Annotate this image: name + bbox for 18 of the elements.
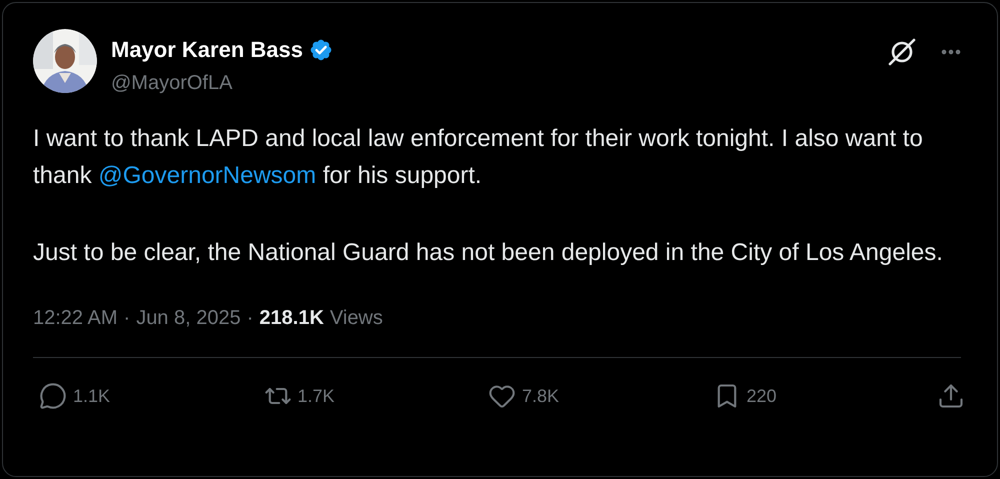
action-count: 220 [746, 384, 777, 408]
reply-icon[interactable] [39, 382, 67, 410]
slashed-circle-icon[interactable] [887, 37, 917, 67]
separator-dot: · [246, 306, 254, 331]
author-handle[interactable]: @MayorOfLA [111, 68, 333, 98]
views-label: Views [330, 306, 383, 331]
post-text: I want to thank LAPD and local law enforcement for their work tonight. I also want to thank @GovernorNewsom for his support. [33, 124, 924, 191]
post-time[interactable]: 12:22 AM [33, 303, 118, 333]
post-text: Just to be clear, the National Guard has not been deployed in the City of Los Angeles. [33, 238, 944, 268]
action-count: 1.7K [298, 384, 335, 408]
separator-dot: · [124, 306, 130, 331]
post-date[interactable]: Jun 8, 2025 [136, 303, 241, 333]
author-name[interactable]: Mayor Karen Bass [111, 33, 303, 66]
action-count: 7.8K [522, 384, 560, 408]
share-icon[interactable] [937, 382, 965, 410]
action-count: 1.1K [73, 384, 110, 408]
views-count: 218.1K [259, 306, 324, 331]
mention-link[interactable]: @GovernorNewsom [98, 162, 316, 189]
